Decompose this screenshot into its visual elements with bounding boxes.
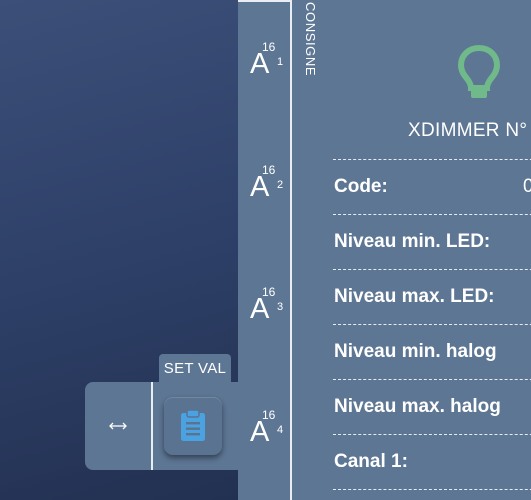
field-row: Niveau max. LED: <box>333 269 531 325</box>
channel-letter: A <box>250 293 270 325</box>
field-row-divider <box>333 489 531 500</box>
channel-sup: 16 <box>262 40 276 54</box>
channel-letter: A <box>250 171 270 203</box>
channel-sup: 16 <box>262 285 276 299</box>
consigne-label: CONSIGNE <box>303 2 318 77</box>
field-row: Niveau min. LED: <box>333 214 531 270</box>
set-val-tab[interactable]: SET VAL <box>159 354 231 382</box>
channel-2[interactable]: A 16 2 <box>250 163 290 207</box>
device-title: XDIMMER N° <box>408 120 528 141</box>
channel-sup: 16 <box>262 408 276 422</box>
field-label: Code: <box>334 176 388 197</box>
field-label: Niveau min. LED: <box>334 231 491 252</box>
set-val-label: SET VAL <box>163 359 227 377</box>
field-label: Niveau max. LED: <box>334 286 495 307</box>
clipboard-icon <box>181 409 205 441</box>
channel-sup: 16 <box>262 163 276 177</box>
field-row: Niveau min. halog <box>333 324 531 380</box>
field-row: Canal 1: <box>333 434 531 490</box>
lightbulb-icon <box>456 44 502 105</box>
field-label: Niveau max. halog <box>334 396 501 417</box>
column-top-border <box>238 0 290 2</box>
channel-column: A 16 1 A 16 2 A 16 3 A 16 4 <box>238 0 292 500</box>
field-label: Canal 1: <box>334 451 408 472</box>
device-panel: A 16 1 A 16 2 A 16 3 A 16 4 CONSIGNE XDI… <box>238 0 531 500</box>
channel-number: 4 <box>277 424 284 436</box>
field-row: Code: 0 <box>333 159 531 215</box>
channel-4[interactable]: A 16 4 <box>250 408 290 452</box>
field-value: 0 <box>523 176 531 197</box>
control-divider <box>151 382 153 470</box>
channel-number: 1 <box>277 56 284 68</box>
field-row: Niveau max. halog <box>333 379 531 435</box>
channel-1[interactable]: A 16 1 <box>250 40 290 84</box>
horizontal-arrows-icon[interactable] <box>103 416 133 436</box>
paste-button[interactable] <box>164 397 222 455</box>
channel-number: 3 <box>277 301 284 313</box>
channel-letter: A <box>250 416 270 448</box>
channel-number: 2 <box>277 179 284 191</box>
channel-letter: A <box>250 48 270 80</box>
channel-3[interactable]: A 16 3 <box>250 285 290 329</box>
set-val-control <box>85 382 238 470</box>
field-label: Niveau min. halog <box>334 341 497 362</box>
